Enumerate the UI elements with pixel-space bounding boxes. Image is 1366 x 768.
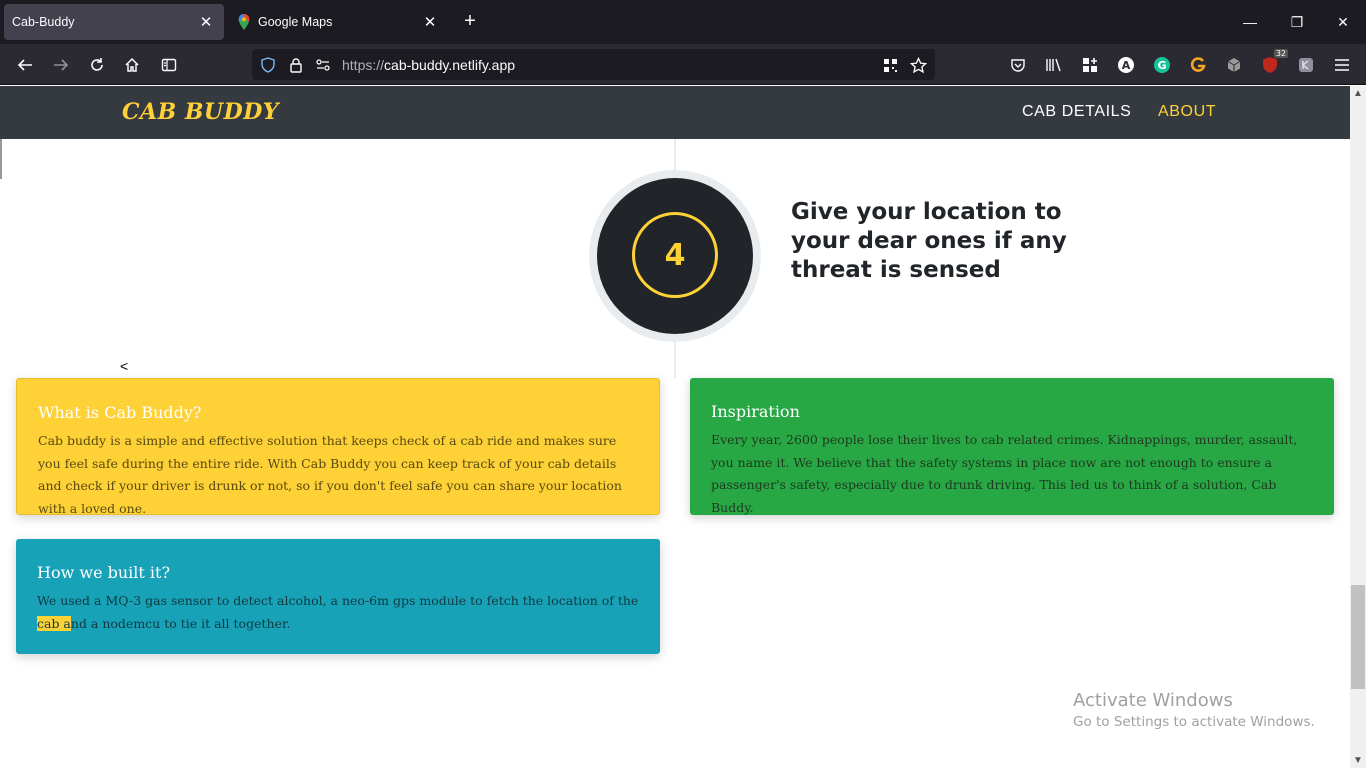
card-body: We used a MQ-3 gas sensor to detect alco… xyxy=(37,590,639,635)
vertical-scrollbar[interactable]: ▲ ▼ xyxy=(1350,86,1366,768)
stray-text: < xyxy=(120,358,129,374)
page-viewport: CAB BUDDY CAB DETAILS ABOUT 4 Give your … xyxy=(0,86,1350,768)
menu-hamburger-icon[interactable] xyxy=(1330,53,1354,77)
tab-cab-buddy[interactable]: Cab-Buddy ✕ xyxy=(4,4,224,40)
nav-link-about[interactable]: ABOUT xyxy=(1158,103,1216,121)
scroll-up-arrow-icon[interactable]: ▲ xyxy=(1353,88,1363,99)
google-maps-pin-icon xyxy=(238,14,250,30)
card-title: How we built it? xyxy=(37,563,171,582)
close-window-icon[interactable]: ✕ xyxy=(1329,8,1357,36)
watermark-subtitle: Go to Settings to activate Windows. xyxy=(1073,714,1315,730)
qr-code-icon[interactable] xyxy=(880,55,900,75)
close-tab-icon[interactable]: ✕ xyxy=(196,12,216,32)
card-body: Cab buddy is a simple and effective solu… xyxy=(38,433,622,516)
orange-g-extension-icon[interactable] xyxy=(1186,53,1210,77)
site-brand-logo[interactable]: CAB BUDDY xyxy=(122,99,279,125)
restore-window-icon[interactable]: ❐ xyxy=(1283,8,1311,36)
svg-text:G: G xyxy=(1157,59,1166,72)
card-title: What is Cab Buddy? xyxy=(38,403,202,422)
card-title: Inspiration xyxy=(711,402,800,421)
browser-toolbar: https://cab-buddy.netlify.app A G 32 xyxy=(0,44,1366,85)
scroll-down-arrow-icon[interactable]: ▼ xyxy=(1353,755,1363,766)
home-icon[interactable] xyxy=(118,51,146,79)
extensions-grid-icon[interactable] xyxy=(1078,53,1102,77)
url-host: cab-buddy.netlify.app xyxy=(384,57,516,73)
browser-tab-bar: Cab-Buddy ✕ Google Maps ✕ + — ❐ ✕ xyxy=(0,0,1366,44)
watermark-title: Activate Windows xyxy=(1073,690,1233,711)
tab-google-maps[interactable]: Google Maps ✕ xyxy=(228,4,448,40)
site-navbar: CAB BUDDY CAB DETAILS ABOUT xyxy=(0,86,1350,139)
back-arrow-icon[interactable] xyxy=(11,51,39,79)
card-inspiration: Inspiration Every year, 2600 people lose… xyxy=(690,378,1334,515)
card-body-text: We used a MQ-3 gas sensor to detect alco… xyxy=(37,593,639,608)
reader-view-icon[interactable] xyxy=(155,51,183,79)
minimize-window-icon[interactable]: — xyxy=(1236,8,1264,36)
left-edge-divider xyxy=(0,139,2,179)
nav-link-cab-details[interactable]: CAB DETAILS xyxy=(1022,103,1131,121)
address-bar[interactable]: https://cab-buddy.netlify.app xyxy=(252,49,935,80)
url-scheme: https:// xyxy=(342,57,385,73)
url-text[interactable]: https://cab-buddy.netlify.app xyxy=(342,57,515,73)
pocket-icon[interactable] xyxy=(1006,53,1030,77)
scrollbar-thumb[interactable] xyxy=(1351,585,1365,689)
bookmark-star-icon[interactable] xyxy=(908,55,928,75)
timeline-step-heading: Give your location to your dear ones if … xyxy=(791,199,1067,283)
grammarly-icon[interactable]: G xyxy=(1150,53,1174,77)
library-icon[interactable] xyxy=(1042,53,1066,77)
close-tab-icon[interactable]: ✕ xyxy=(420,12,440,32)
svg-text:A: A xyxy=(1122,59,1131,72)
tab-title: Cab-Buddy xyxy=(12,15,75,29)
ublock-count-badge: 32 xyxy=(1273,49,1288,58)
find-highlight: cab a xyxy=(37,615,71,631)
card-how-we-built-it: How we built it? We used a MQ-3 gas sens… xyxy=(16,539,660,654)
ublock-icon[interactable]: 32 xyxy=(1258,49,1288,77)
reload-icon[interactable] xyxy=(83,51,111,79)
shield-icon[interactable] xyxy=(258,55,278,75)
timeline-step-number: 4 xyxy=(632,212,718,298)
new-tab-button[interactable]: + xyxy=(458,10,482,34)
card-body-text: nd a nodemcu to tie it all together. xyxy=(70,615,291,631)
card-what-is-cab-buddy: What is Cab Buddy? Cab buddy is a simple… xyxy=(16,378,660,516)
grey-extension-icon[interactable] xyxy=(1294,53,1318,77)
account-a-icon[interactable]: A xyxy=(1114,53,1138,77)
permissions-icon[interactable] xyxy=(313,55,333,75)
card-body: Every year, 2600 people lose their lives… xyxy=(711,432,1298,515)
activate-windows-watermark: Activate Windows Go to Settings to activ… xyxy=(1073,690,1315,730)
tab-title: Google Maps xyxy=(258,15,333,29)
lock-icon[interactable] xyxy=(286,55,306,75)
cube-extension-icon[interactable] xyxy=(1222,53,1246,77)
forward-arrow-icon[interactable] xyxy=(47,51,75,79)
